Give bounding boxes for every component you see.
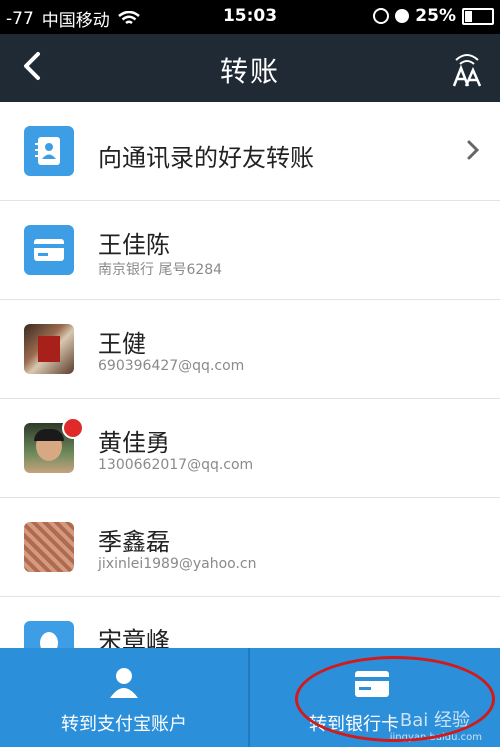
list-item[interactable]: 黄佳勇 1300662017@qq.com xyxy=(0,399,500,498)
avatar xyxy=(24,522,74,572)
contacts-transfer-row[interactable]: 向通讯录的好友转账 xyxy=(0,102,500,201)
contact-name: 季鑫磊 xyxy=(98,528,170,556)
status-bar: -77 中国移动 15:03 25% xyxy=(0,0,500,34)
contact-name: 王健 xyxy=(98,330,146,358)
contact-name: 黄佳勇 xyxy=(98,429,170,457)
contact-detail: 南京银行 尾号6284 xyxy=(98,262,223,278)
list-item[interactable]: 王佳陈 南京银行 尾号6284 xyxy=(0,201,500,300)
page-title: 转账 xyxy=(219,55,280,88)
nav-bar: 转账 xyxy=(0,34,500,102)
font-size-icon[interactable] xyxy=(450,48,484,88)
chevron-right-icon xyxy=(467,140,480,160)
status-right: 25% xyxy=(373,6,494,26)
person-icon xyxy=(110,668,138,698)
address-book-icon xyxy=(24,126,74,176)
default-avatar-icon xyxy=(24,621,74,648)
list-item[interactable]: 宋章峰 xyxy=(0,597,500,648)
notification-badge xyxy=(62,417,84,439)
avatar xyxy=(24,324,74,374)
contact-detail: 1300662017@qq.com xyxy=(98,457,254,473)
contact-detail: jixinlei1989@yahoo.cn xyxy=(98,556,257,572)
transfer-list: 向通讯录的好友转账 王佳陈 南京银行 尾号6284 王健 690396427@q… xyxy=(0,102,500,648)
highlight-annotation xyxy=(295,656,495,742)
alarm-icon xyxy=(395,9,410,23)
contact-detail: 690396427@qq.com xyxy=(98,358,245,374)
contact-name: 宋章峰 xyxy=(98,627,170,648)
contacts-transfer-label: 向通讯录的好友转账 xyxy=(98,144,314,172)
bank-card-icon xyxy=(24,225,74,275)
list-item[interactable]: 王健 690396427@qq.com xyxy=(0,300,500,399)
contact-name: 王佳陈 xyxy=(98,231,170,259)
list-item[interactable]: 季鑫磊 jixinlei1989@yahoo.cn xyxy=(0,498,500,597)
rotation-lock-icon xyxy=(373,8,390,24)
battery-icon xyxy=(462,7,494,25)
battery-percent: 25% xyxy=(415,6,456,26)
